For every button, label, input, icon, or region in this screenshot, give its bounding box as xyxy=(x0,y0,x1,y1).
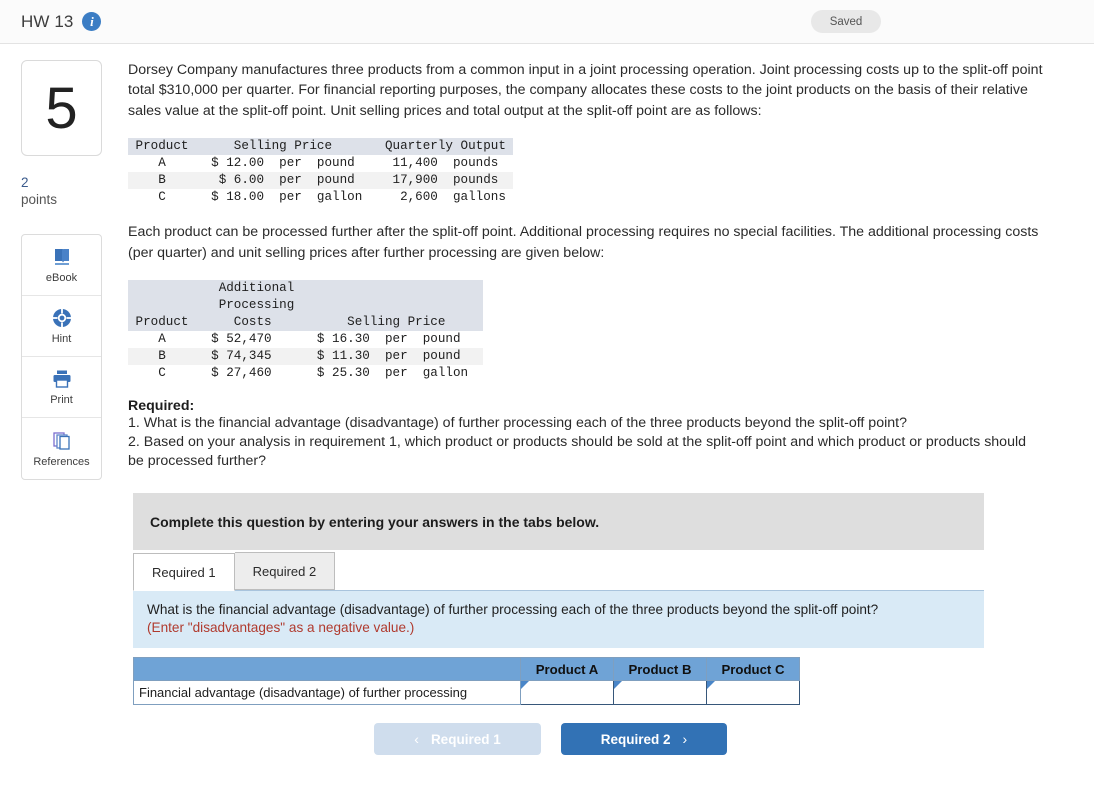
tab-label: Required 1 xyxy=(152,564,216,580)
status-badge: Saved xyxy=(811,10,881,33)
question-paragraph-1: Dorsey Company manufactures three produc… xyxy=(128,62,1043,119)
prev-button-label: Required 1 xyxy=(430,731,501,747)
top-bar: HW 13 i Saved xyxy=(0,0,1094,44)
table-row: C $ 18.00 per gallon 2,600 gallons xyxy=(128,189,513,206)
question-paragraph-2: Each product can be processed further af… xyxy=(128,224,1039,261)
answer-row: Financial advantage (disadvantage) of fu… xyxy=(133,680,800,706)
table-row: C $ 27,460 $ 25.30 per gallon xyxy=(128,365,483,382)
further-processing-data-table: Additional Processing Product Costs Sell… xyxy=(128,280,484,382)
table-header-line-1: Additional xyxy=(128,281,469,296)
answer-tabs: Required 1 Required 2 xyxy=(133,550,984,592)
lifebuoy-icon xyxy=(51,307,73,329)
tool-label: References xyxy=(33,455,90,468)
table-header-row: Additional xyxy=(128,280,484,298)
instruction-banner: Complete this question by entering your … xyxy=(133,493,984,551)
table-row-b: B $ 74,345 $ 11.30 per pound xyxy=(128,349,484,364)
points-block: 2 points xyxy=(21,174,128,208)
answer-row-label: Financial advantage (disadvantage) of fu… xyxy=(133,680,521,706)
tab-required-1[interactable]: Required 1 xyxy=(133,553,235,592)
tool-label: Print xyxy=(50,394,73,406)
table-header-row: Product Selling Price Quarterly Output xyxy=(128,138,514,156)
answer-corner-header xyxy=(133,657,521,682)
main-content: Dorsey Company manufactures three produc… xyxy=(128,44,1094,756)
table-header-line-3: Product Costs Selling Price xyxy=(128,315,461,330)
prompt-note: (Enter "disadvantages" as a negative val… xyxy=(147,620,415,636)
prev-required-1-button[interactable]: ‹ Required 1 xyxy=(374,723,541,756)
instruction-text: Complete this question by entering your … xyxy=(150,513,600,530)
info-icon[interactable]: i xyxy=(82,12,102,31)
tool-hint[interactable]: Hint xyxy=(22,296,101,357)
points-label: points xyxy=(21,192,58,207)
requirement-2-text: 2. Based on your analysis in requirement… xyxy=(128,434,1027,470)
page-body: 5 2 points eBook Hint Print References D… xyxy=(0,44,1094,756)
tool-panel: eBook Hint Print References xyxy=(21,234,102,480)
table-row-a: A $ 12.00 per pound 11,400 pounds xyxy=(128,156,514,171)
next-required-2-button[interactable]: Required 2 › xyxy=(561,723,727,756)
question-number: 5 xyxy=(21,60,102,156)
printer-icon xyxy=(51,368,73,390)
chevron-right-icon: › xyxy=(682,731,688,748)
page-title: HW 13 xyxy=(21,11,74,31)
table-row: B $ 6.00 per pound 17,900 pounds xyxy=(128,172,514,190)
answer-header-product-b: Product B xyxy=(613,657,707,682)
tab-label: Required 2 xyxy=(252,563,317,579)
tool-ebook[interactable]: eBook xyxy=(22,235,101,296)
table-row: A $ 52,470 $ 16.30 per pound xyxy=(128,331,483,348)
required-heading: Required: xyxy=(128,398,195,415)
table-header-row: Processing xyxy=(128,297,484,315)
answer-input-product-a[interactable] xyxy=(520,680,614,706)
next-button-label: Required 2 xyxy=(600,731,671,747)
tab-required-2[interactable]: Required 2 xyxy=(234,552,336,591)
table-row-a: A $ 52,470 $ 16.30 per pound xyxy=(128,332,484,347)
table-header-row: Product Costs Selling Price xyxy=(128,314,484,332)
split-off-data-table: Product Selling Price Quarterly Output A… xyxy=(128,138,514,206)
book-icon xyxy=(51,246,73,268)
answer-header-row: Product A Product B Product C xyxy=(133,657,800,682)
table-row: B $ 74,345 $ 11.30 per pound xyxy=(128,348,484,366)
answer-table-wrapper: Product A Product B Product C Financial … xyxy=(133,657,1070,706)
answer-input-product-b[interactable] xyxy=(613,680,707,706)
table-row-b: B $ 6.00 per pound 17,900 pounds xyxy=(128,173,514,188)
pages-stack-icon xyxy=(51,430,73,452)
table-row-c: C $ 27,460 $ 25.30 per gallon xyxy=(128,366,484,381)
table-row-c: C $ 18.00 per gallon 2,600 gallons xyxy=(128,190,514,205)
table-header-line-2: Processing xyxy=(128,298,469,313)
answer-input-product-c[interactable] xyxy=(706,680,800,706)
answer-table: Product A Product B Product C Financial … xyxy=(133,657,800,706)
points-value: 2 xyxy=(21,175,29,190)
table-row: A $ 12.00 per pound 11,400 pounds xyxy=(128,155,513,172)
prompt-panel: What is the financial advantage (disadva… xyxy=(133,591,984,649)
tool-print[interactable]: Print xyxy=(22,357,101,418)
answer-header-product-c: Product C xyxy=(706,657,800,682)
left-rail: 5 2 points eBook Hint Print References xyxy=(0,44,128,755)
prompt-question: What is the financial advantage (disadva… xyxy=(147,602,879,618)
answer-header-product-a: Product A xyxy=(520,657,614,682)
tool-label: Hint xyxy=(51,333,72,345)
tool-references[interactable]: References xyxy=(22,418,101,479)
chevron-left-icon: ‹ xyxy=(414,731,419,748)
requirement-1-text: 1. What is the financial advantage (disa… xyxy=(128,415,907,432)
tab-nav-row: ‹ Required 1 Required 2 › xyxy=(128,723,1070,756)
tool-label: eBook xyxy=(45,272,78,284)
table-header-line: Product Selling Price Quarterly Output xyxy=(128,139,514,154)
